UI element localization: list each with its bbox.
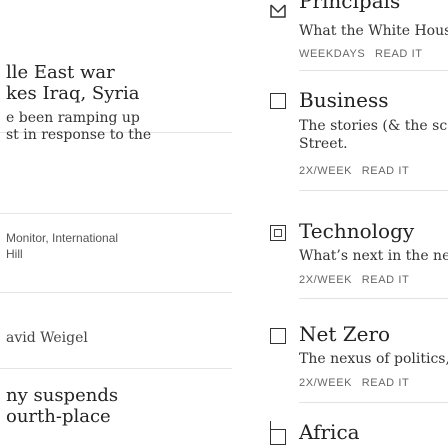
newsletter-description: What’s next in the new era o (299, 248, 448, 264)
newsletter-meta: 2X/WEEK READ IT (299, 165, 409, 177)
newsletter-frequency: 2X/WEEK (299, 274, 353, 286)
newsletter-list: Principals What the White House is rea W… (232, 0, 448, 448)
headline-line: lle East war (6, 62, 115, 83)
teaser-line: e been ramping up (6, 110, 140, 126)
divider (299, 70, 448, 71)
newsletter-title: Net Zero (299, 322, 391, 346)
read-it-link[interactable]: READ IT (362, 274, 410, 286)
story-headline[interactable]: lle East war kes Iraq, Syria (6, 62, 140, 104)
newsletter-frequency: 2X/WEEK (299, 165, 353, 177)
newsletter-description: The nexus of politics, tech, a (299, 351, 448, 367)
read-it-link[interactable]: READ IT (362, 165, 410, 177)
subscribe-checkbox-business[interactable] (270, 93, 286, 109)
teaser-line: st in response to the (6, 127, 152, 143)
newsletter-description: What the White House is rea (299, 23, 448, 39)
checkbox-inner-icon (274, 229, 282, 237)
byline-line: avid Weigel (6, 330, 88, 346)
divider (299, 298, 448, 299)
story-headline[interactable]: ny suspends ourth-place (6, 385, 118, 427)
subscribe-checkbox-principals[interactable] (270, 2, 286, 18)
newsletter-title: Africa (299, 420, 360, 444)
divider (299, 190, 448, 191)
description-line: Street. (299, 136, 348, 152)
newsletter-frequency: WEEKDAYS (299, 48, 366, 60)
newsletter-meta: WEEKDAYS READ IT (299, 48, 423, 60)
headline-line: kes Iraq, Syria (6, 83, 140, 104)
subscribe-checkbox-net-zero[interactable] (270, 328, 286, 344)
story-byline[interactable]: avid Weigel (6, 330, 88, 346)
divider (299, 402, 448, 403)
checkbox-frame-edge (270, 421, 272, 441)
checked-icon (270, 4, 286, 18)
description-line: The stories (& the scoops) fr (299, 118, 448, 134)
headline-line: ourth-place (6, 406, 111, 427)
newsletter-title: Technology (299, 219, 415, 243)
byline-line: Hill (6, 247, 23, 261)
subscribe-checkbox-africa[interactable] (270, 429, 286, 445)
newsletter-description: The stories (& the scoops) fr Street. (299, 117, 448, 153)
newsletter-title: Principals (299, 0, 401, 13)
newsletter-meta: 2X/WEEK READ IT (299, 377, 409, 389)
story-teaser[interactable]: e been ramping up st in response to the (6, 110, 151, 144)
newsletter-frequency: 2X/WEEK (299, 377, 353, 389)
headline-line: ny suspends (6, 385, 119, 406)
read-it-link[interactable]: READ IT (362, 377, 410, 389)
byline-line: Monitor, International (6, 231, 119, 245)
divider (0, 292, 232, 293)
story-byline[interactable]: Monitor, International Hill (6, 230, 118, 262)
read-it-link[interactable]: READ IT (375, 48, 423, 60)
newsletter-title: Business (299, 88, 389, 112)
newsletter-meta: 2X/WEEK READ IT (299, 274, 409, 286)
divider (0, 213, 232, 214)
story-list: lle East war kes Iraq, Syria e been ramp… (0, 0, 232, 448)
divider (0, 368, 232, 369)
